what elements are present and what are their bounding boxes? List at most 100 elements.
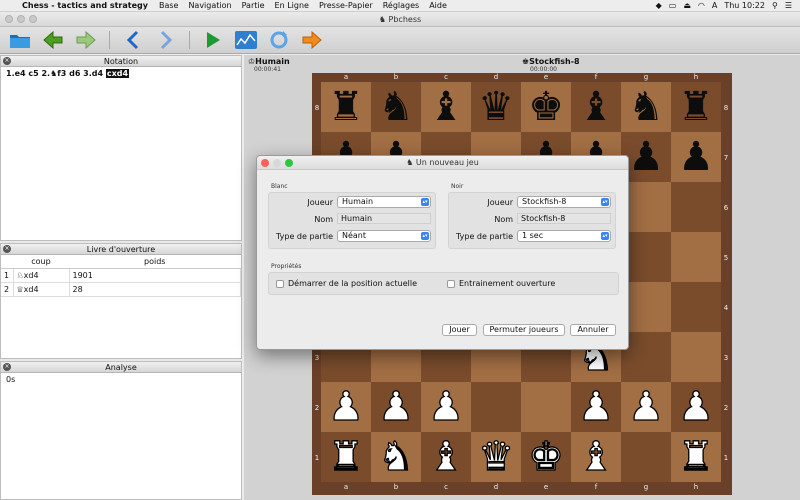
white-bishop-piece[interactable]: ♝ (427, 436, 464, 477)
start-current-position-checkbox[interactable]: Démarrer de la position actuelle (276, 279, 417, 288)
square-f1[interactable]: ♝ (571, 432, 621, 482)
table-row[interactable]: 1 ♘xd4 1901 (1, 268, 241, 283)
menu-aide[interactable]: Aide (429, 1, 447, 10)
forward-orange-icon[interactable] (300, 29, 324, 51)
square-h7[interactable]: ♟ (671, 132, 721, 182)
white-bishop-piece[interactable]: ♝ (577, 436, 614, 477)
black-pawn-piece[interactable]: ♟ (628, 137, 664, 177)
close-panel-icon[interactable]: × (3, 363, 11, 371)
menu-partie[interactable]: Partie (242, 1, 265, 10)
column-header-poids[interactable]: poids (69, 255, 241, 269)
move-list[interactable]: 1.e4 c5 2.♞f3 d6 3.d4 (6, 69, 103, 78)
menubar-clock[interactable]: Thu 10:22 (724, 1, 765, 10)
swap-players-button[interactable]: Permuter joueurs (483, 324, 565, 336)
dialog-zoom-button[interactable] (285, 159, 293, 167)
white-player-select[interactable]: Humain ▴▾ (337, 196, 431, 208)
square-h8[interactable]: ♜ (671, 82, 721, 132)
square-f2[interactable]: ♟ (571, 382, 621, 432)
display-icon[interactable]: ▭ (669, 1, 677, 10)
square-c2[interactable]: ♟ (421, 382, 471, 432)
square-d1[interactable]: ♛ (471, 432, 521, 482)
square-e8[interactable]: ♚ (521, 82, 571, 132)
black-pawn-piece[interactable]: ♟ (678, 137, 714, 177)
selected-move[interactable]: cxd4 (105, 69, 130, 78)
square-g2[interactable]: ♟ (621, 382, 671, 432)
checkbox-box[interactable] (447, 279, 455, 288)
play-button[interactable]: Jouer (442, 324, 477, 336)
notation-moves[interactable]: 1.e4 c5 2.♞f3 d6 3.d4 cxd4 (1, 67, 241, 80)
black-queen-piece[interactable]: ♛ (478, 87, 514, 127)
square-d8[interactable]: ♛ (471, 82, 521, 132)
square-f8[interactable]: ♝ (571, 82, 621, 132)
close-window-button[interactable] (5, 15, 13, 23)
input-source-icon[interactable]: A (712, 1, 717, 10)
menu-navigation[interactable]: Navigation (188, 1, 231, 10)
white-pawn-piece[interactable]: ♟ (327, 386, 364, 427)
square-e2[interactable] (521, 382, 571, 432)
square-d2[interactable] (471, 382, 521, 432)
black-rook-piece[interactable]: ♜ (328, 87, 364, 127)
cancel-button[interactable]: Annuler (570, 324, 616, 336)
square-g8[interactable]: ♞ (621, 82, 671, 132)
opening-training-checkbox[interactable]: Entrainement ouverture (447, 279, 555, 288)
minimize-window-button[interactable] (17, 15, 25, 23)
close-panel-icon[interactable]: × (3, 245, 11, 253)
square-h5[interactable] (671, 232, 721, 282)
black-bishop-piece[interactable]: ♝ (428, 87, 464, 127)
white-pawn-piece[interactable]: ♟ (427, 386, 464, 427)
forward-blue-icon[interactable] (154, 29, 178, 51)
square-h1[interactable]: ♜ (671, 432, 721, 482)
eject-icon[interactable]: ⏏ (683, 1, 691, 10)
list-icon[interactable]: ☰ (785, 1, 792, 10)
menu-en-ligne[interactable]: En Ligne (275, 1, 309, 10)
menu-reglages[interactable]: Réglages (383, 1, 420, 10)
search-icon[interactable]: ⚲ (772, 1, 778, 10)
close-panel-icon[interactable]: × (3, 57, 11, 65)
dropbox-icon[interactable]: ◆ (656, 1, 662, 10)
black-king-piece[interactable]: ♚ (528, 87, 564, 127)
checkbox-box[interactable] (276, 279, 284, 288)
table-row[interactable]: 2 ♕xd4 28 (1, 282, 241, 297)
back-blue-icon[interactable] (121, 29, 145, 51)
square-c1[interactable]: ♝ (421, 432, 471, 482)
square-g1[interactable] (621, 432, 671, 482)
white-queen-piece[interactable]: ♛ (477, 436, 514, 477)
square-a1[interactable]: ♜ (321, 432, 371, 482)
white-pawn-piece[interactable]: ♟ (627, 386, 664, 427)
white-rook-piece[interactable]: ♜ (677, 436, 714, 477)
black-knight-piece[interactable]: ♞ (378, 87, 414, 127)
black-type-select[interactable]: 1 sec ▴▾ (517, 230, 611, 242)
menu-app-name[interactable]: Chess - tactics and strategy (22, 1, 148, 10)
white-rook-piece[interactable]: ♜ (327, 436, 364, 477)
dialog-close-button[interactable] (261, 159, 269, 167)
white-pawn-piece[interactable]: ♟ (677, 386, 714, 427)
square-c8[interactable]: ♝ (421, 82, 471, 132)
square-a2[interactable]: ♟ (321, 382, 371, 432)
square-e1[interactable]: ♚ (521, 432, 571, 482)
black-knight-piece[interactable]: ♞ (628, 87, 664, 127)
square-h4[interactable] (671, 282, 721, 332)
square-b8[interactable]: ♞ (371, 82, 421, 132)
white-type-select[interactable]: Néant ▴▾ (337, 230, 431, 242)
zoom-window-button[interactable] (29, 15, 37, 23)
square-b2[interactable]: ♟ (371, 382, 421, 432)
back-green-icon[interactable] (41, 29, 65, 51)
white-knight-piece[interactable]: ♞ (377, 436, 414, 477)
rotate-board-icon[interactable] (267, 29, 291, 51)
square-h2[interactable]: ♟ (671, 382, 721, 432)
black-bishop-piece[interactable]: ♝ (578, 87, 614, 127)
play-icon[interactable] (201, 29, 225, 51)
black-name-field[interactable]: Stockfish-8 (517, 213, 611, 224)
square-a8[interactable]: ♜ (321, 82, 371, 132)
square-b1[interactable]: ♞ (371, 432, 421, 482)
analysis-chart-icon[interactable] (234, 29, 258, 51)
forward-green-icon[interactable] (74, 29, 98, 51)
menu-base[interactable]: Base (159, 1, 178, 10)
white-pawn-piece[interactable]: ♟ (377, 386, 414, 427)
menu-presse-papier[interactable]: Presse-Papier (319, 1, 373, 10)
column-header-coup[interactable]: coup (13, 255, 69, 269)
white-king-piece[interactable]: ♚ (527, 436, 564, 477)
square-h3[interactable] (671, 332, 721, 382)
wifi-icon[interactable]: ◠ (698, 1, 705, 10)
white-name-field[interactable]: Humain (337, 213, 431, 224)
